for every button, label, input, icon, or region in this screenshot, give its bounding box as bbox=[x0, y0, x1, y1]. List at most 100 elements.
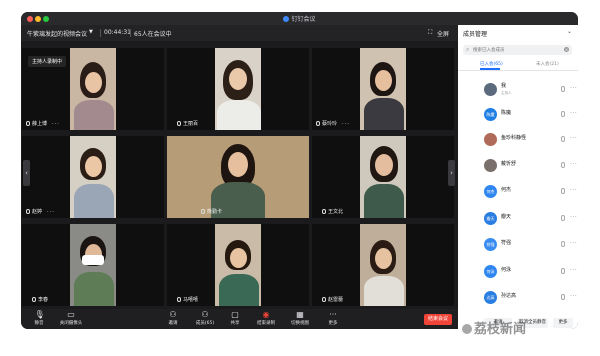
mute-button[interactable]: 🎙 静音 bbox=[31, 310, 47, 327]
mic-icon[interactable] bbox=[561, 268, 565, 274]
video-grid: 主持人录制中 薛上博 ··· 王丽百 蔡玲玲 ··· 赵婷 ··· 熊勤卡 王文… bbox=[22, 48, 455, 306]
more-icon[interactable]: ··· bbox=[47, 209, 55, 215]
member-panel: 成员管理 ⌄ ⌕ × 已入会(65) 未入会(21) 我主持人 ··· 陈魔陈魔 ··… bbox=[458, 25, 578, 329]
video-tile[interactable]: 赵婷 ··· bbox=[22, 136, 164, 218]
member-row[interactable]: 瓣天 瓣天 ··· bbox=[458, 209, 578, 229]
mic-icon[interactable] bbox=[561, 294, 565, 300]
video-tile[interactable]: 王文北 bbox=[312, 136, 454, 218]
avatar: 瓣天 bbox=[484, 212, 497, 225]
member-row[interactable]: 我主持人 ··· bbox=[458, 80, 578, 100]
fullscreen-label[interactable]: 全屏 bbox=[437, 29, 449, 38]
avatar bbox=[484, 83, 497, 96]
panel-title: 成员管理 bbox=[463, 31, 488, 38]
members-label: 成员(65) bbox=[195, 321, 215, 326]
mic-icon[interactable] bbox=[561, 188, 565, 194]
participant-name-tag: 赵婷 ··· bbox=[26, 208, 55, 215]
prev-page-button[interactable]: ‹ bbox=[23, 160, 30, 186]
mic-icon bbox=[201, 209, 205, 214]
grid-view-icon: ▦ bbox=[296, 310, 304, 319]
more-icon[interactable]: ··· bbox=[570, 214, 577, 221]
participant-name: 熊勤卡 bbox=[207, 209, 223, 215]
more-icon[interactable]: ··· bbox=[570, 110, 577, 117]
camera-button[interactable]: ▭ 关闭摄像头 bbox=[57, 310, 85, 327]
participant-name-tag: 赵雷蕾 bbox=[322, 296, 343, 303]
video-tile[interactable]: 赵雷蕾 bbox=[312, 224, 454, 306]
member-row[interactable]: 戴忻舒 ··· bbox=[458, 156, 578, 176]
share-button[interactable]: ▢ 共享 bbox=[227, 310, 243, 327]
tab-indicator bbox=[480, 68, 500, 70]
camera-label: 关闭摄像头 bbox=[59, 321, 83, 326]
next-page-button[interactable]: › bbox=[448, 160, 455, 186]
share-screen-icon: ▢ bbox=[231, 310, 239, 319]
member-name: 何杰 bbox=[501, 187, 512, 193]
meeting-name[interactable]: 牛紫璃发起的视频会议 bbox=[27, 29, 87, 38]
search-input[interactable] bbox=[473, 45, 561, 55]
invite-button[interactable]: ⚇ 邀请 bbox=[165, 311, 181, 327]
more-icon[interactable]: ··· bbox=[570, 187, 577, 194]
mic-icon[interactable] bbox=[561, 241, 565, 247]
mic-icon bbox=[26, 121, 30, 126]
view-label: 切换视图 bbox=[291, 321, 309, 326]
chevron-down-icon[interactable]: ▼ bbox=[89, 29, 93, 35]
video-tile[interactable]: 主持人录制中 薛上博 ··· bbox=[22, 48, 164, 130]
record-label: 结束录制 bbox=[257, 321, 275, 326]
participant-name: 李春 bbox=[38, 297, 49, 303]
more-icon[interactable]: ··· bbox=[342, 121, 350, 127]
watermark: 荔枝新闻 bbox=[462, 318, 526, 337]
more-icon[interactable]: ··· bbox=[570, 85, 577, 92]
meeting-timer: 00:44:31 bbox=[104, 29, 131, 36]
member-row[interactable]: 何泳 何泳 ··· bbox=[458, 262, 578, 282]
mic-icon[interactable] bbox=[561, 215, 565, 221]
member-role: 主持人 bbox=[501, 91, 512, 95]
video-tile[interactable]: 蔡玲玲 ··· bbox=[312, 48, 454, 130]
more-icon[interactable]: ··· bbox=[570, 293, 577, 300]
participant-name: 王文北 bbox=[328, 209, 344, 215]
participant-name-tag: 王文北 bbox=[322, 208, 343, 215]
mic-icon[interactable] bbox=[561, 136, 565, 142]
clear-icon[interactable]: × bbox=[564, 47, 569, 52]
participant-name: 薛上博 bbox=[32, 121, 48, 127]
chevron-down-icon[interactable]: ⌄ bbox=[567, 28, 572, 35]
participant-name: 赵婷 bbox=[32, 209, 43, 215]
more-button[interactable]: ··· 更多 bbox=[325, 310, 341, 327]
video-tile[interactable]: 熊勤卡 bbox=[167, 136, 309, 218]
mic-icon[interactable] bbox=[561, 86, 565, 92]
microphone-icon: 🎙 bbox=[34, 310, 45, 319]
mic-icon[interactable] bbox=[561, 111, 565, 117]
video-tile[interactable]: 李春 bbox=[22, 224, 164, 306]
member-row[interactable]: 符强 符强 ··· bbox=[458, 235, 578, 255]
participant-name-tag: 马嘻嘻 bbox=[177, 296, 198, 303]
more-icon[interactable]: ··· bbox=[570, 267, 577, 274]
divider bbox=[130, 29, 131, 37]
member-row[interactable]: 鱼珍科静怪 ··· bbox=[458, 130, 578, 150]
participant-name-tag: 薛上博 ··· bbox=[26, 120, 60, 127]
mic-icon[interactable] bbox=[561, 162, 565, 168]
member-tabs: 已入会(65) 未入会(21) bbox=[458, 58, 578, 71]
video-tile[interactable]: 马嘻嘻 bbox=[167, 224, 309, 306]
fullscreen-icon[interactable]: ⛶ bbox=[428, 29, 432, 37]
more-icon[interactable]: ··· bbox=[570, 240, 577, 247]
title-bar: 钉钉会议 bbox=[21, 12, 578, 25]
camera-icon: ▭ bbox=[67, 310, 75, 319]
switch-view-button[interactable]: ▦ 切换视图 bbox=[289, 310, 311, 327]
end-meeting-button[interactable]: 结束会议 bbox=[424, 314, 452, 325]
video-tile[interactable]: 王丽百 bbox=[167, 48, 309, 130]
mic-icon bbox=[177, 121, 181, 126]
more-icon[interactable]: ··· bbox=[52, 121, 60, 127]
members-button[interactable]: ⚇ 成员(65) bbox=[193, 311, 217, 327]
member-row[interactable]: 何杰 何杰 ··· bbox=[458, 182, 578, 202]
more-icon[interactable]: ··· bbox=[570, 161, 577, 168]
member-row[interactable]: 陈魔 陈魔 ··· bbox=[458, 105, 578, 125]
window-title: 钉钉会议 bbox=[21, 14, 578, 23]
participant-name: 王丽百 bbox=[183, 121, 199, 127]
panel-more-button[interactable]: 更多 bbox=[553, 318, 573, 328]
tab-not-joined[interactable]: 未入会(21) bbox=[536, 61, 559, 67]
more-icon: ··· bbox=[329, 310, 337, 319]
more-icon[interactable]: ··· bbox=[570, 135, 577, 142]
member-name: 孙达高 bbox=[501, 293, 517, 299]
stop-recording-button[interactable]: ◉ 结束录制 bbox=[255, 311, 277, 327]
member-row[interactable]: 达高 孙达高 ··· bbox=[458, 288, 578, 308]
tab-joined[interactable]: 已入会(65) bbox=[480, 61, 503, 67]
member-name: 何泳 bbox=[501, 267, 512, 273]
participant-count: 65人在会议中 bbox=[134, 31, 172, 38]
